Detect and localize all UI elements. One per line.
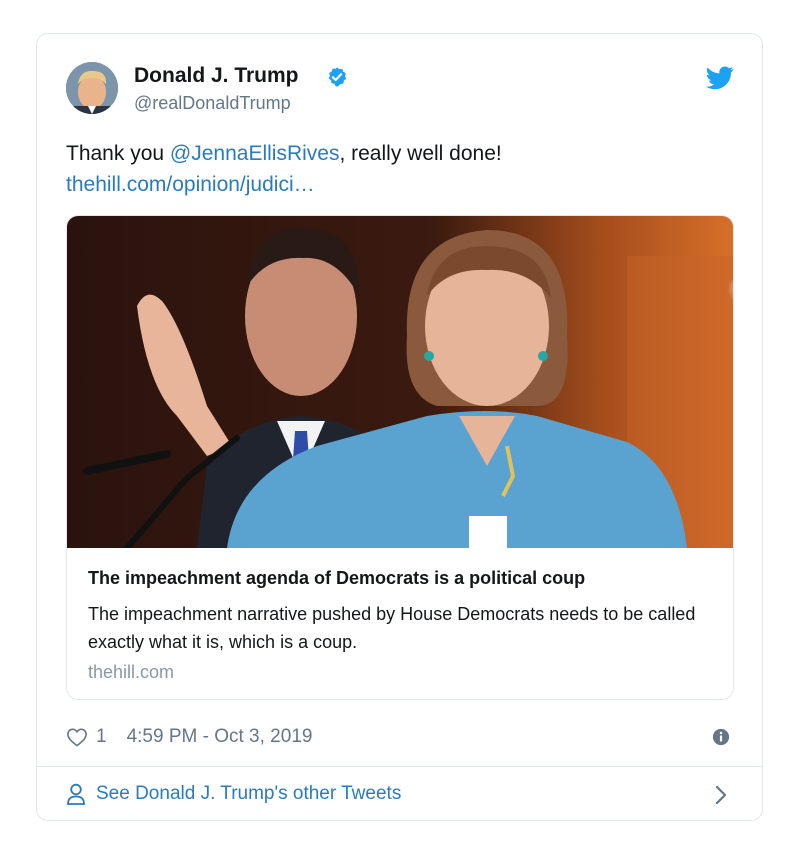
person-icon — [67, 783, 85, 805]
heart-icon[interactable] — [66, 727, 88, 747]
info-icon[interactable] — [712, 728, 730, 746]
article-link[interactable]: thehill.com/opinion/judici… — [66, 173, 315, 196]
tweet-text-end: , really well done! — [339, 142, 502, 165]
chevron-right-icon[interactable] — [714, 785, 728, 805]
preview-description: The impeachment narrative pushed by Hous… — [88, 604, 696, 652]
see-other-tweets-link[interactable]: See Donald J. Trump's other Tweets — [66, 780, 401, 808]
tweet-text-start: Thank you — [66, 142, 170, 165]
avatar-image — [66, 62, 118, 114]
preview-photo — [67, 216, 733, 548]
tweet-timestamp[interactable]: 4:59 PM - Oct 3, 2019 — [127, 726, 313, 748]
mention-link[interactable]: @JennaEllisRives — [170, 142, 340, 165]
author-handle[interactable]: @realDonaldTrump — [134, 93, 291, 114]
twitter-bird-icon[interactable] — [706, 66, 734, 90]
verified-badge-icon — [328, 67, 347, 87]
preview-title[interactable]: The impeachment agenda of Democrats is a… — [88, 568, 585, 589]
avatar[interactable] — [66, 62, 118, 114]
tweet-meta: 1 4:59 PM - Oct 3, 2019 — [66, 724, 312, 750]
like-count[interactable]: 1 — [96, 726, 107, 748]
author-name[interactable]: Donald J. Trump — [134, 64, 299, 88]
link-preview-card[interactable]: The impeachment agenda of Democrats is a… — [66, 215, 734, 700]
preview-domain: thehill.com — [88, 662, 175, 682]
tweet-text: Thank you @JennaEllisRives, really well … — [66, 138, 502, 200]
divider — [37, 766, 762, 767]
see-other-tweets-label[interactable]: See Donald J. Trump's other Tweets — [96, 783, 401, 805]
